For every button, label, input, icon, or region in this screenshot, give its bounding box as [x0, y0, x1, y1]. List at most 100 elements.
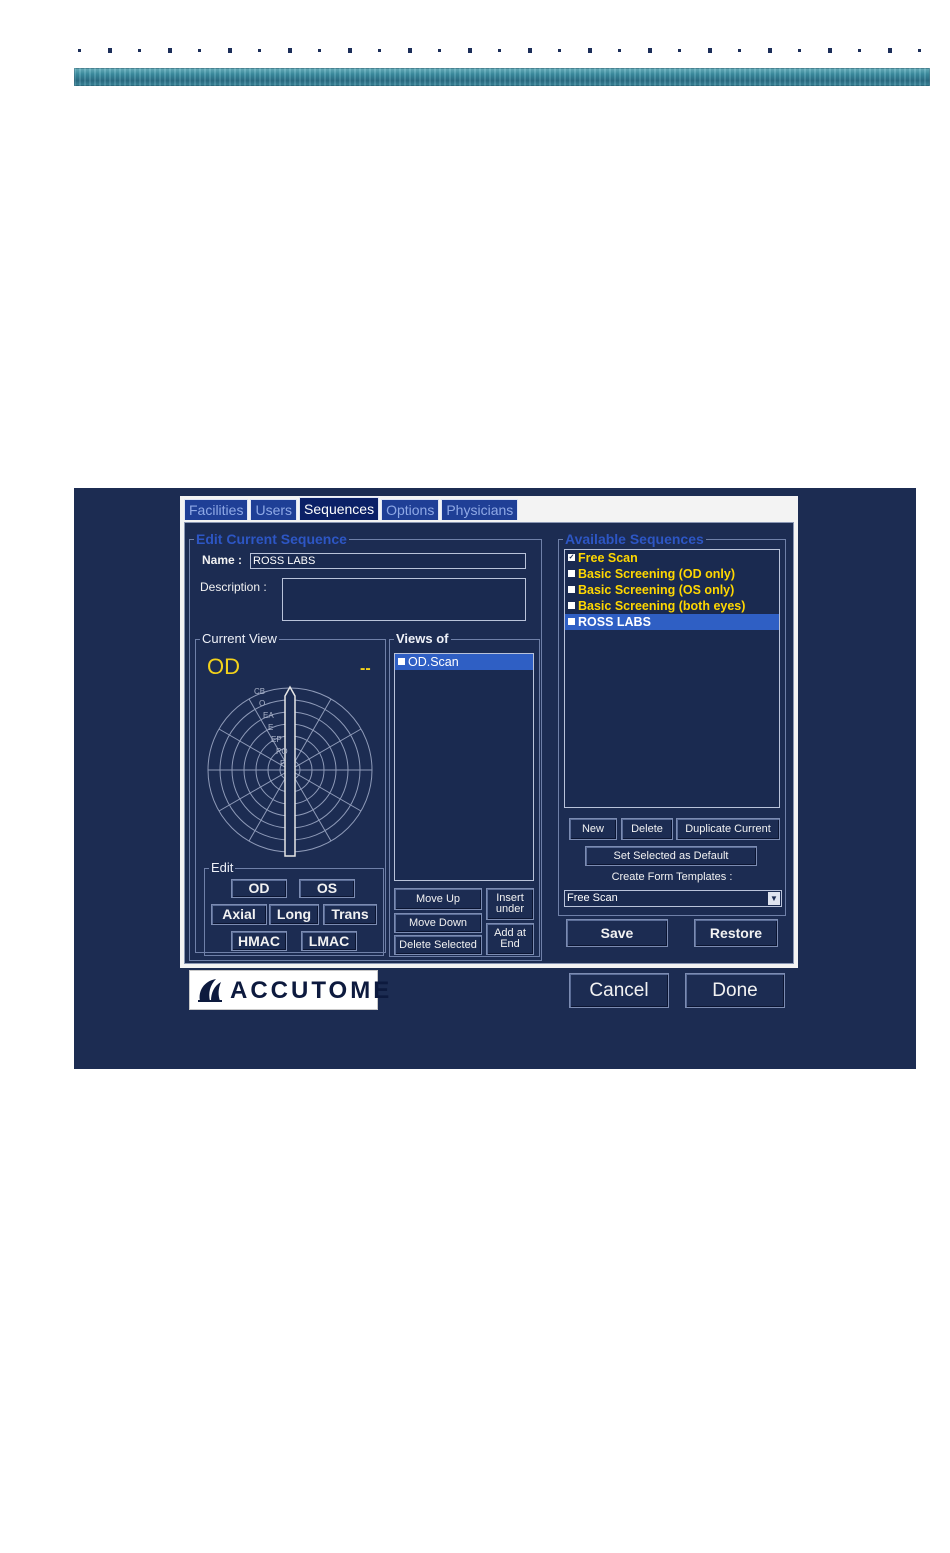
probe-depth-label: EA [263, 711, 274, 720]
accutome-logo: ACCUTOME [189, 970, 389, 1010]
probe-depth-label: EP [271, 735, 282, 744]
tab-options[interactable]: Options [381, 499, 440, 520]
header-dot [648, 48, 652, 53]
header-dot [558, 49, 561, 52]
lmac-button[interactable]: LMAC [301, 931, 357, 951]
header-dot [708, 48, 712, 53]
header-dot [318, 49, 321, 52]
header-dot [108, 48, 112, 53]
header-dot [348, 48, 352, 53]
header-band [74, 68, 930, 86]
edit-sequence-title: Edit Current Sequence [194, 531, 349, 547]
tab-users[interactable]: Users [250, 499, 298, 520]
sequence-item-selected[interactable]: ROSS LABS [565, 614, 779, 630]
header-dot [78, 49, 81, 52]
current-eye-label: OD [207, 654, 240, 679]
app-screen: Facilities Users Sequences Options Physi… [74, 488, 916, 1069]
tab-physicians[interactable]: Physicians [441, 499, 519, 520]
polar-probe-diagram[interactable]: CB O EA E EP PO P [204, 684, 376, 862]
current-view-title: Current View [200, 631, 279, 647]
sequence-item[interactable]: ✓ Free Scan [565, 550, 779, 566]
delete-sequence-button[interactable]: Delete [621, 818, 673, 840]
add-at-end-button[interactable]: Add at End [486, 923, 534, 955]
long-button[interactable]: Long [269, 904, 319, 925]
probe-depth-label: O [259, 699, 265, 708]
sequence-item[interactable]: Basic Screening (OD only) [565, 566, 779, 582]
probe-depth-label: P [280, 759, 285, 768]
description-field[interactable] [282, 578, 526, 621]
create-templates-label: Create Form Templates : [611, 871, 733, 883]
settings-window: Facilities Users Sequences Options Physi… [180, 496, 798, 968]
header-dot-row [74, 46, 930, 56]
view-item-icon [398, 658, 405, 665]
cancel-button[interactable]: Cancel [569, 973, 669, 1008]
header-dot [798, 49, 801, 52]
probe-depth-label: PO [276, 747, 288, 756]
views-group: Views of OD.Scan Move Up Move Down Delet… [389, 631, 540, 957]
sequence-item[interactable]: Basic Screening (both eyes) [565, 598, 779, 614]
item-icon [568, 570, 575, 577]
description-label: Description : [200, 580, 267, 594]
item-icon [568, 618, 575, 625]
header-dot [738, 49, 741, 52]
edit-sequence-group: Edit Current Sequence Name : ROSS LABS D… [189, 531, 542, 961]
name-field[interactable]: ROSS LABS [250, 553, 526, 569]
tab-facilities[interactable]: Facilities [184, 499, 249, 520]
available-sequences-group: Available Sequences ✓ Free Scan Basic Scr… [558, 531, 786, 916]
header-dot [618, 49, 621, 52]
duplicate-current-button[interactable]: Duplicate Current [676, 818, 780, 840]
edit-group-title: Edit [209, 860, 236, 876]
item-icon [568, 602, 575, 609]
set-default-button[interactable]: Set Selected as Default [585, 846, 757, 866]
header-dot [138, 49, 141, 52]
header-dot [468, 48, 472, 53]
view-list-item[interactable]: OD.Scan [395, 654, 533, 670]
header-dot [498, 49, 501, 52]
header-dot [828, 48, 832, 53]
header-dot [228, 48, 232, 53]
header-dot [408, 48, 412, 53]
hmac-button[interactable]: HMAC [231, 931, 287, 951]
views-title: Views of [394, 631, 451, 647]
header-dot [918, 49, 921, 52]
logo-mark-icon [198, 979, 222, 1002]
delete-selected-button[interactable]: Delete Selected [394, 935, 482, 955]
sequence-item[interactable]: Basic Screening (OS only) [565, 582, 779, 598]
save-button[interactable]: Save [566, 919, 668, 947]
current-view-group: Current View OD -- CB O EA E EP PO P Edi… [195, 631, 386, 956]
insert-under-button[interactable]: Insert under [486, 888, 534, 920]
done-button[interactable]: Done [685, 973, 785, 1008]
edit-group: Edit OD OS Axial Long Trans HMAC LMAC [204, 860, 384, 956]
tab-sequences[interactable]: Sequences [299, 497, 380, 520]
new-sequence-button[interactable]: New [569, 818, 617, 840]
logo-wordmark: ACCUTOME [230, 977, 393, 1004]
header-dot [438, 49, 441, 52]
probe-depth-label: CB [254, 687, 265, 696]
header-dot [768, 48, 772, 53]
move-up-button[interactable]: Move Up [394, 888, 482, 910]
views-list[interactable]: OD.Scan [394, 653, 534, 881]
header-dot [888, 48, 892, 53]
probe-depth-label: E [268, 723, 273, 732]
axial-button[interactable]: Axial [211, 904, 267, 925]
header-dot [288, 48, 292, 53]
restore-button[interactable]: Restore [694, 919, 778, 947]
item-icon [568, 586, 575, 593]
form-template-dropdown[interactable]: Free Scan ▼ [564, 890, 782, 907]
header-dot [858, 49, 861, 52]
header-dot [168, 48, 172, 53]
view-indicator: -- [360, 660, 371, 677]
sequence-list[interactable]: ✓ Free Scan Basic Screening (OD only) Bas… [564, 549, 780, 808]
trans-button[interactable]: Trans [323, 904, 377, 925]
header-dot [258, 49, 261, 52]
header-dot [198, 49, 201, 52]
chevron-down-icon[interactable]: ▼ [768, 892, 780, 905]
header-dot [528, 48, 532, 53]
tab-bar: Facilities Users Sequences Options Physi… [184, 497, 520, 521]
move-down-button[interactable]: Move Down [394, 913, 482, 933]
name-label: Name : [202, 553, 243, 567]
od-button[interactable]: OD [231, 879, 287, 898]
header-dot [378, 49, 381, 52]
checkbox-icon: ✓ [568, 554, 575, 561]
os-button[interactable]: OS [299, 879, 355, 898]
